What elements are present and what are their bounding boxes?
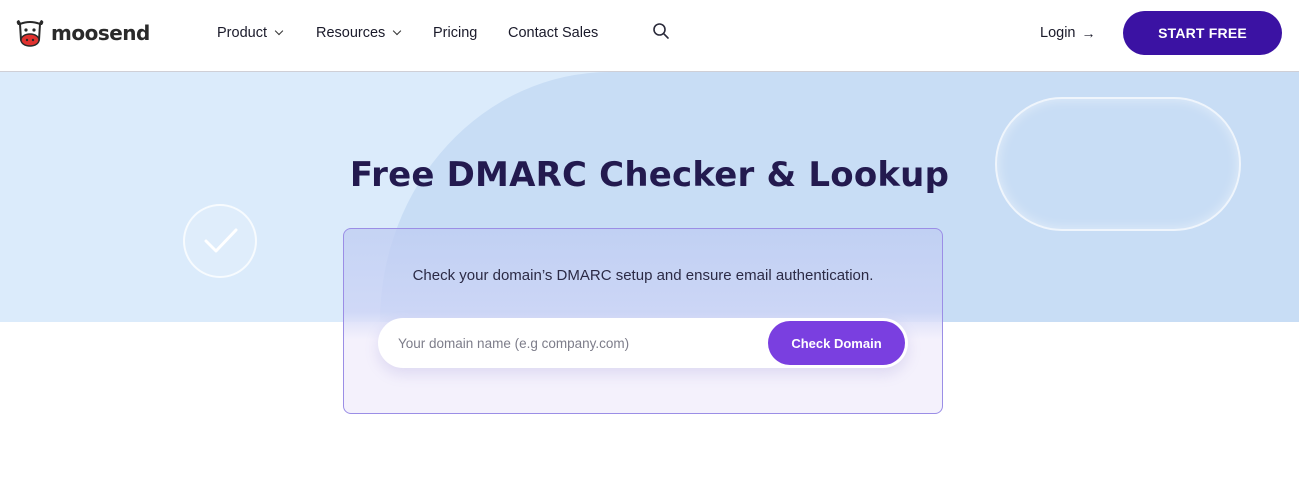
login-label: Login xyxy=(1040,25,1076,41)
nav-item-label: Product xyxy=(217,25,267,41)
nav-item-pricing[interactable]: Pricing xyxy=(433,22,477,44)
nav-item-product[interactable]: Product xyxy=(217,22,284,44)
checkmark-icon xyxy=(204,228,238,253)
domain-search-bar: Check Domain xyxy=(378,318,908,368)
nav-item-resources[interactable]: Resources xyxy=(316,22,402,44)
nav-item-contact-sales[interactable]: Contact Sales xyxy=(508,22,598,44)
chevron-down-icon xyxy=(274,26,284,36)
nav-item-label: Contact Sales xyxy=(508,25,599,41)
brand-logo[interactable]: moosend xyxy=(13,15,150,51)
login-link[interactable]: Login → xyxy=(1040,22,1095,44)
cow-logo-icon xyxy=(16,20,44,47)
chevron-down-icon xyxy=(393,26,402,36)
start-free-button[interactable]: START FREE xyxy=(1123,11,1282,55)
arrow-right-icon: → xyxy=(1081,25,1096,41)
search-button[interactable] xyxy=(652,22,670,40)
page-title: Free DMARC Checker & Lookup xyxy=(349,155,950,195)
site-header: moosend Product Resources Pricing Contac… xyxy=(0,0,1299,72)
dmarc-checker-card: Check your domain’s DMARC setup and ensu… xyxy=(343,228,943,414)
nav-item-label: Pricing xyxy=(433,25,478,41)
decorative-check-circle xyxy=(183,204,257,278)
checker-description: Check your domain’s DMARC setup and ensu… xyxy=(412,267,874,284)
domain-input[interactable] xyxy=(398,318,758,368)
nav-item-label: Resources xyxy=(316,25,386,41)
search-icon xyxy=(653,23,669,39)
check-domain-button[interactable]: Check Domain xyxy=(768,321,905,365)
brand-name: moosend xyxy=(51,21,150,45)
